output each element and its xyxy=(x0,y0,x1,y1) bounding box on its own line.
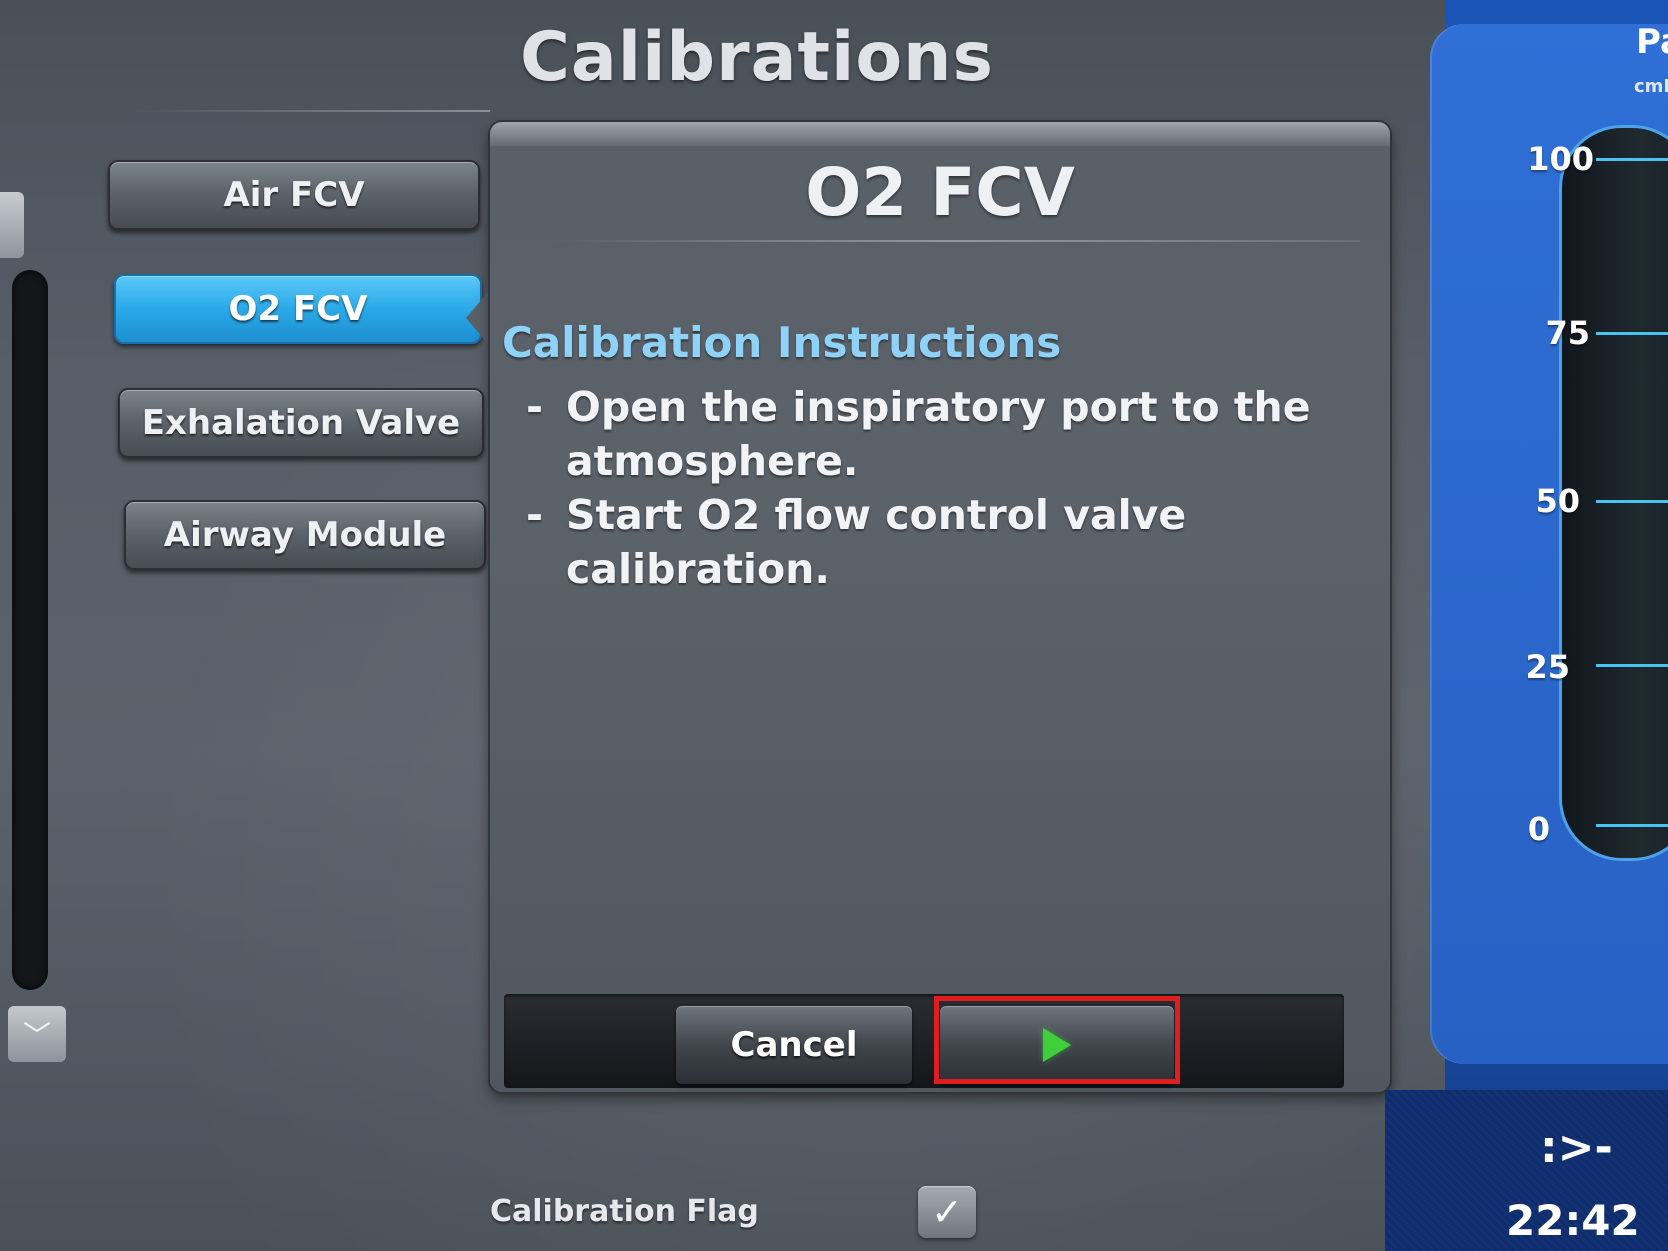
gauge-tick-line xyxy=(1596,824,1668,827)
instructions-heading: Calibration Instructions xyxy=(502,318,1062,367)
cancel-button-label: Cancel xyxy=(730,1025,858,1065)
menu-o2-fcv-button[interactable]: O2 FCV xyxy=(114,274,482,344)
clock: 22:42 xyxy=(1506,1196,1640,1245)
breath-indicator-icon: :>- xyxy=(1540,1122,1613,1173)
gauge-tick-label: 0 xyxy=(1527,810,1550,848)
panel-divider xyxy=(550,240,1360,242)
scroll-down-button[interactable]: ﹀ xyxy=(8,1006,66,1062)
checkmark-icon: ✓ xyxy=(931,1190,963,1234)
instruction-text: Open the inspiratory port to the atmosph… xyxy=(566,383,1311,485)
menu-item-label: O2 FCV xyxy=(228,289,368,329)
scroll-up-button[interactable] xyxy=(0,192,24,258)
cancel-button[interactable]: Cancel xyxy=(676,1006,912,1084)
gauge-unit: cmH xyxy=(1634,76,1668,97)
menu-exhalation-valve-button[interactable]: Exhalation Valve xyxy=(118,388,484,458)
calibration-flag-checkbox[interactable]: ✓ xyxy=(918,1186,976,1238)
instruction-text: Start O2 flow control valve calibration. xyxy=(566,491,1187,593)
start-calibration-button[interactable] xyxy=(940,1006,1174,1084)
gauge-tick-line xyxy=(1596,332,1668,335)
chevron-down-icon: ﹀ xyxy=(22,1019,51,1052)
play-icon xyxy=(1043,1028,1071,1062)
calibration-flag-label: Calibration Flag xyxy=(490,1194,759,1229)
menu-airway-module-button[interactable]: Airway Module xyxy=(124,500,486,570)
menu-item-label: Airway Module xyxy=(163,515,447,555)
gauge-tick-line xyxy=(1596,158,1668,161)
gauge-tick-label: 25 xyxy=(1525,648,1570,686)
calibration-panel: O2 FCV Calibration Instructions - Open t… xyxy=(490,122,1390,1092)
panel-header-bar xyxy=(490,122,1390,146)
action-bar xyxy=(504,994,1344,1088)
gauge-title: Pa xyxy=(1636,22,1668,62)
gauge-tick-line xyxy=(1596,664,1668,667)
menu-air-fcv-button[interactable]: Air FCV xyxy=(108,160,480,230)
instruction-dash: - xyxy=(526,383,544,431)
instruction-dash: - xyxy=(526,491,544,539)
instruction-item: - Open the inspiratory port to the atmos… xyxy=(526,380,1346,488)
menu-item-label: Exhalation Valve xyxy=(141,403,461,443)
scroll-track[interactable] xyxy=(12,270,48,990)
active-item-pointer xyxy=(466,292,488,344)
panel-title: O2 FCV xyxy=(805,154,1075,231)
menu-item-label: Air FCV xyxy=(223,175,365,215)
title-divider xyxy=(130,110,490,112)
instructions-list: - Open the inspiratory port to the atmos… xyxy=(526,380,1346,596)
dialog-title: Calibrations xyxy=(520,18,994,97)
instruction-item: - Start O2 flow control valve calibratio… xyxy=(526,488,1346,596)
gauge-tick-label: 75 xyxy=(1545,314,1590,352)
gauge-tick-label: 100 xyxy=(1527,140,1594,178)
gauge-tick-label: 50 xyxy=(1535,482,1580,520)
gauge-tick-line xyxy=(1596,500,1668,503)
